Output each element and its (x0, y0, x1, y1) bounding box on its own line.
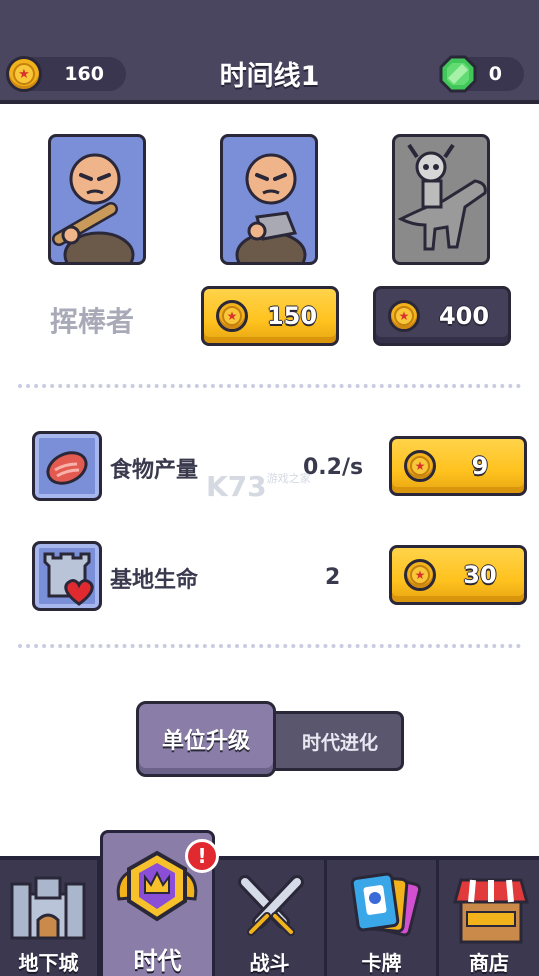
buy-dino-button[interactable]: ★ 400 (373, 286, 511, 346)
nav-cards[interactable]: 卡牌 (327, 860, 439, 976)
top-bar: ★ 160 时间线1 0 (0, 0, 539, 104)
nav-battle-label: 战斗 (249, 951, 290, 975)
skeleton-dino-rider-icon (397, 143, 487, 251)
upgrade-base-hp-cost: 30 (463, 561, 497, 589)
nav-dungeon-label: 地下城 (18, 951, 79, 975)
club-caveman-icon (52, 153, 135, 262)
food-production-label: 食物产量 (110, 458, 199, 483)
tab-era-evolution[interactable]: 时代进化 (256, 711, 404, 771)
coin-icon: ★ (404, 450, 436, 482)
base-hp-label: 基地生命 (110, 568, 199, 593)
food-stat-icon-frame (32, 431, 102, 501)
selected-unit-name: 挥棒者 (50, 305, 135, 338)
gem-counter: 0 (439, 55, 524, 93)
meat-icon (46, 451, 88, 485)
crossed-swords-icon (238, 875, 304, 936)
nav-cards-label: 卡牌 (361, 951, 402, 975)
nav-dungeon[interactable]: 地下城 (0, 860, 100, 976)
notification-badge: ! (185, 839, 219, 873)
coin-icon: ★ (388, 300, 420, 332)
cards-icon (350, 872, 422, 937)
rock-caveman-icon (235, 153, 307, 262)
gem-icon (439, 55, 477, 93)
bottom-nav: 地下城 ! 时代 战斗 卡牌 商店 (0, 830, 539, 976)
unit-card-club-caveman[interactable] (48, 134, 146, 265)
watermark-subtext: 游戏之家 (266, 472, 311, 485)
gem-amount: 0 (488, 63, 502, 85)
castle-heart-icon (43, 552, 94, 606)
divider (18, 644, 521, 648)
buy-unit-button[interactable]: ★ 150 (201, 286, 339, 346)
castle-icon (10, 876, 86, 940)
nav-era-label: 时代 (133, 947, 182, 975)
upgrade-food-cost: 9 (471, 452, 489, 480)
nav-shop-label: 商店 (469, 951, 509, 975)
coin-icon: ★ (216, 300, 248, 332)
food-production-value: 0.2/s (303, 455, 364, 480)
buy-dino-price: 400 (438, 302, 490, 330)
upgrade-mode-toggle: 时代进化 单位升级 (136, 701, 404, 777)
nav-shop[interactable]: 商店 (439, 860, 539, 976)
base-hp-value: 2 (325, 565, 341, 590)
nav-era[interactable]: ! 时代 (100, 830, 219, 976)
shop-icon (453, 878, 529, 944)
divider (18, 384, 521, 388)
watermark-text: K73 (206, 470, 267, 503)
watermark: K73游戏之家 (206, 470, 311, 503)
unit-card-rock-caveman[interactable] (220, 134, 318, 265)
unit-card-dino-rider[interactable] (392, 134, 490, 265)
nav-battle[interactable]: 战斗 (215, 860, 327, 976)
base-hp-icon-frame (32, 541, 102, 611)
upgrade-food-button[interactable]: ★ 9 (389, 436, 527, 496)
coin-icon: ★ (404, 559, 436, 591)
buy-unit-price: 150 (266, 302, 318, 330)
tab-unit-upgrade[interactable]: 单位升级 (136, 701, 276, 777)
upgrade-base-hp-button[interactable]: ★ 30 (389, 545, 527, 605)
